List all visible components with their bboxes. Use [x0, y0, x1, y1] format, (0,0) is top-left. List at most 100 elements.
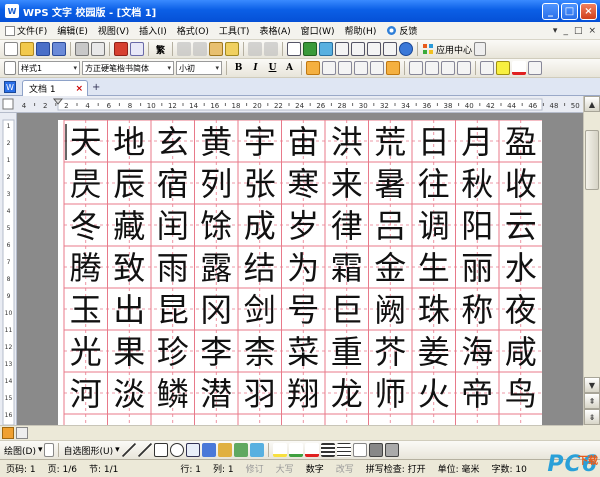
grid-character[interactable]: 光 — [70, 333, 102, 371]
textbox-icon[interactable] — [185, 443, 200, 457]
grid-character[interactable]: 果 — [113, 333, 145, 371]
grid-character[interactable]: 成 — [244, 207, 276, 245]
vertical-ruler[interactable]: 1 2 1 2 3 4 5 6 7 8 9 10 11 12 13 14 15 16 — [0, 113, 17, 426]
grid-character[interactable]: 致 — [113, 249, 145, 287]
grid-character[interactable]: 羽 — [244, 375, 276, 413]
grid-character[interactable]: 姜 — [418, 333, 450, 371]
font-size-dropdown[interactable]: 小初 — [176, 61, 222, 75]
3d-icon[interactable] — [384, 443, 399, 457]
grid-character[interactable]: 海 — [461, 333, 493, 371]
grid-character[interactable]: 地 — [113, 123, 145, 161]
grid-character[interactable]: 结 — [244, 249, 276, 287]
redo-icon[interactable] — [264, 42, 278, 56]
grid-character[interactable]: 岁 — [287, 207, 319, 245]
grid-character[interactable]: 河 — [70, 375, 102, 413]
diagram-icon[interactable] — [217, 443, 232, 457]
align-center-icon[interactable] — [322, 61, 336, 75]
grid-character[interactable]: 洪 — [331, 123, 363, 161]
grid-character[interactable]: 列 — [200, 165, 232, 203]
grid-character[interactable]: 宙 — [287, 123, 319, 161]
drawbar-font-color-icon[interactable] — [304, 443, 319, 457]
ellipse-icon[interactable] — [169, 443, 184, 457]
cut-icon[interactable] — [177, 42, 191, 56]
menu-insert[interactable]: 插入(I) — [134, 22, 172, 40]
menu-file[interactable]: 文件(F) — [0, 22, 52, 40]
grid-character[interactable]: 月 — [461, 123, 493, 161]
grid-character[interactable]: 称 — [461, 291, 493, 329]
copy-icon[interactable] — [193, 42, 207, 56]
menu-view[interactable]: 视图(V) — [93, 22, 134, 40]
grid-character[interactable]: 丽 — [461, 249, 493, 287]
grid-character[interactable]: 昆 — [157, 291, 189, 329]
zoom-icon[interactable] — [383, 42, 397, 56]
grid-character[interactable]: 号 — [287, 291, 319, 329]
paste-icon[interactable] — [209, 42, 223, 56]
feedback-button[interactable]: 反馈 — [381, 22, 422, 40]
menu-window[interactable]: 窗口(W) — [296, 22, 340, 40]
decrease-indent-icon[interactable] — [441, 61, 455, 75]
horizontal-scrollbar[interactable] — [0, 425, 583, 440]
grid-character[interactable]: 珠 — [418, 291, 450, 329]
grid-character[interactable]: 霜 — [331, 249, 363, 287]
arrow-icon[interactable] — [137, 443, 152, 457]
status-spellcheck[interactable]: 拼写检查: 打开 — [360, 462, 432, 475]
grid-character[interactable]: 秋 — [461, 165, 493, 203]
menu-help[interactable]: 帮助(H) — [340, 22, 382, 40]
clipart-icon[interactable] — [233, 443, 248, 457]
grid-character[interactable]: 来 — [331, 165, 363, 203]
grid-character[interactable]: 盈 — [505, 123, 537, 161]
grid-character[interactable]: 玄 — [157, 123, 189, 161]
draw-table-icon[interactable] — [351, 42, 365, 56]
close-button[interactable]: × — [580, 3, 597, 20]
grid-character[interactable]: 菜 — [287, 333, 319, 371]
grid-character[interactable]: 咸 — [505, 333, 537, 371]
outline-view-icon[interactable] — [16, 427, 28, 439]
align-right-icon[interactable] — [338, 61, 352, 75]
menu-edit[interactable]: 编辑(E) — [52, 22, 93, 40]
grid-character[interactable]: 往 — [418, 165, 450, 203]
grid-character[interactable]: 火 — [418, 375, 450, 413]
doc-restore-button[interactable]: □ — [574, 26, 583, 36]
grid-character[interactable]: 宿 — [157, 165, 189, 203]
status-overwrite[interactable]: 改写 — [330, 462, 360, 475]
grid-character[interactable]: 收 — [505, 165, 537, 203]
grid-character[interactable]: 巨 — [331, 291, 363, 329]
print-icon[interactable] — [75, 42, 89, 56]
grid-character[interactable]: 藏 — [113, 207, 145, 245]
grid-character[interactable]: 龙 — [331, 375, 363, 413]
grid-character[interactable]: 鳞 — [157, 375, 189, 413]
status-unit[interactable]: 单位: 毫米 — [432, 462, 486, 475]
open-folder-icon[interactable] — [20, 42, 34, 56]
grid-character[interactable]: 珍 — [157, 333, 189, 371]
autoshape-menu-button[interactable]: 自选图形(U) ▾ — [63, 444, 119, 457]
font-dropdown[interactable]: 方正硬笔楷书简体 — [82, 61, 174, 75]
prev-page-button[interactable]: ⇞ — [584, 393, 600, 409]
new-document-icon[interactable] — [4, 42, 18, 56]
grid-character[interactable]: 昃 — [70, 165, 102, 203]
grid-character[interactable]: 天 — [70, 123, 102, 161]
text-effect-icon[interactable] — [528, 61, 542, 75]
toolbar-options-icon[interactable] — [474, 42, 487, 56]
undo-icon[interactable] — [248, 42, 262, 56]
app-center-button[interactable]: 应用中心 — [422, 43, 472, 56]
doc-minimize-button[interactable]: _ — [563, 26, 568, 36]
show-marks-icon[interactable] — [367, 42, 381, 56]
grid-character[interactable]: 水 — [505, 249, 537, 287]
style-pane-icon[interactable] — [4, 61, 16, 75]
grid-character[interactable]: 荒 — [374, 123, 406, 161]
page-view-icon[interactable] — [2, 427, 14, 439]
distribute-icon[interactable] — [370, 61, 384, 75]
grid-character[interactable]: 日 — [418, 123, 450, 161]
grid-character[interactable]: 帝 — [461, 375, 493, 413]
maximize-button[interactable]: □ — [561, 3, 578, 20]
underline-button[interactable]: U — [265, 61, 280, 76]
columns-icon[interactable] — [335, 42, 349, 56]
grid-character[interactable]: 律 — [331, 207, 363, 245]
grid-character[interactable]: 宇 — [244, 123, 276, 161]
save-as-icon[interactable] — [52, 42, 66, 56]
grid-character[interactable]: 黄 — [200, 123, 232, 161]
font-color-icon[interactable] — [512, 61, 526, 75]
tab-close-icon[interactable]: × — [75, 84, 83, 94]
tab-document-1[interactable]: 文档 1 × — [22, 80, 88, 96]
grid-character[interactable]: 冈 — [200, 291, 232, 329]
